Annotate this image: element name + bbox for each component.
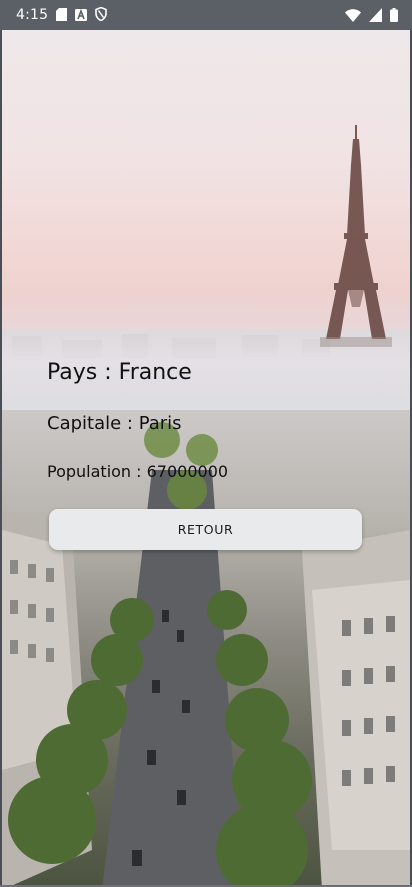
background-photo: [2, 30, 410, 885]
status-bar: 4:15: [0, 0, 412, 30]
a-badge-icon: [75, 6, 88, 25]
wifi-icon: [345, 7, 361, 26]
eiffel-tower-icon: [320, 125, 392, 347]
phone-screen: 4:15 Pays: France Capitale: Paris Popu…: [0, 0, 412, 887]
retour-button[interactable]: RETOUR: [49, 509, 362, 550]
battery-icon: [390, 7, 398, 26]
sd-card-icon: [56, 6, 68, 25]
shield-icon: [95, 6, 108, 25]
signal-icon: [369, 7, 382, 26]
status-time: 4:15: [16, 7, 49, 23]
country-name: Pays : France: [47, 360, 192, 385]
country-capital: Capitale : Paris: [47, 413, 182, 434]
country-population: Population : 67000000: [47, 462, 229, 481]
